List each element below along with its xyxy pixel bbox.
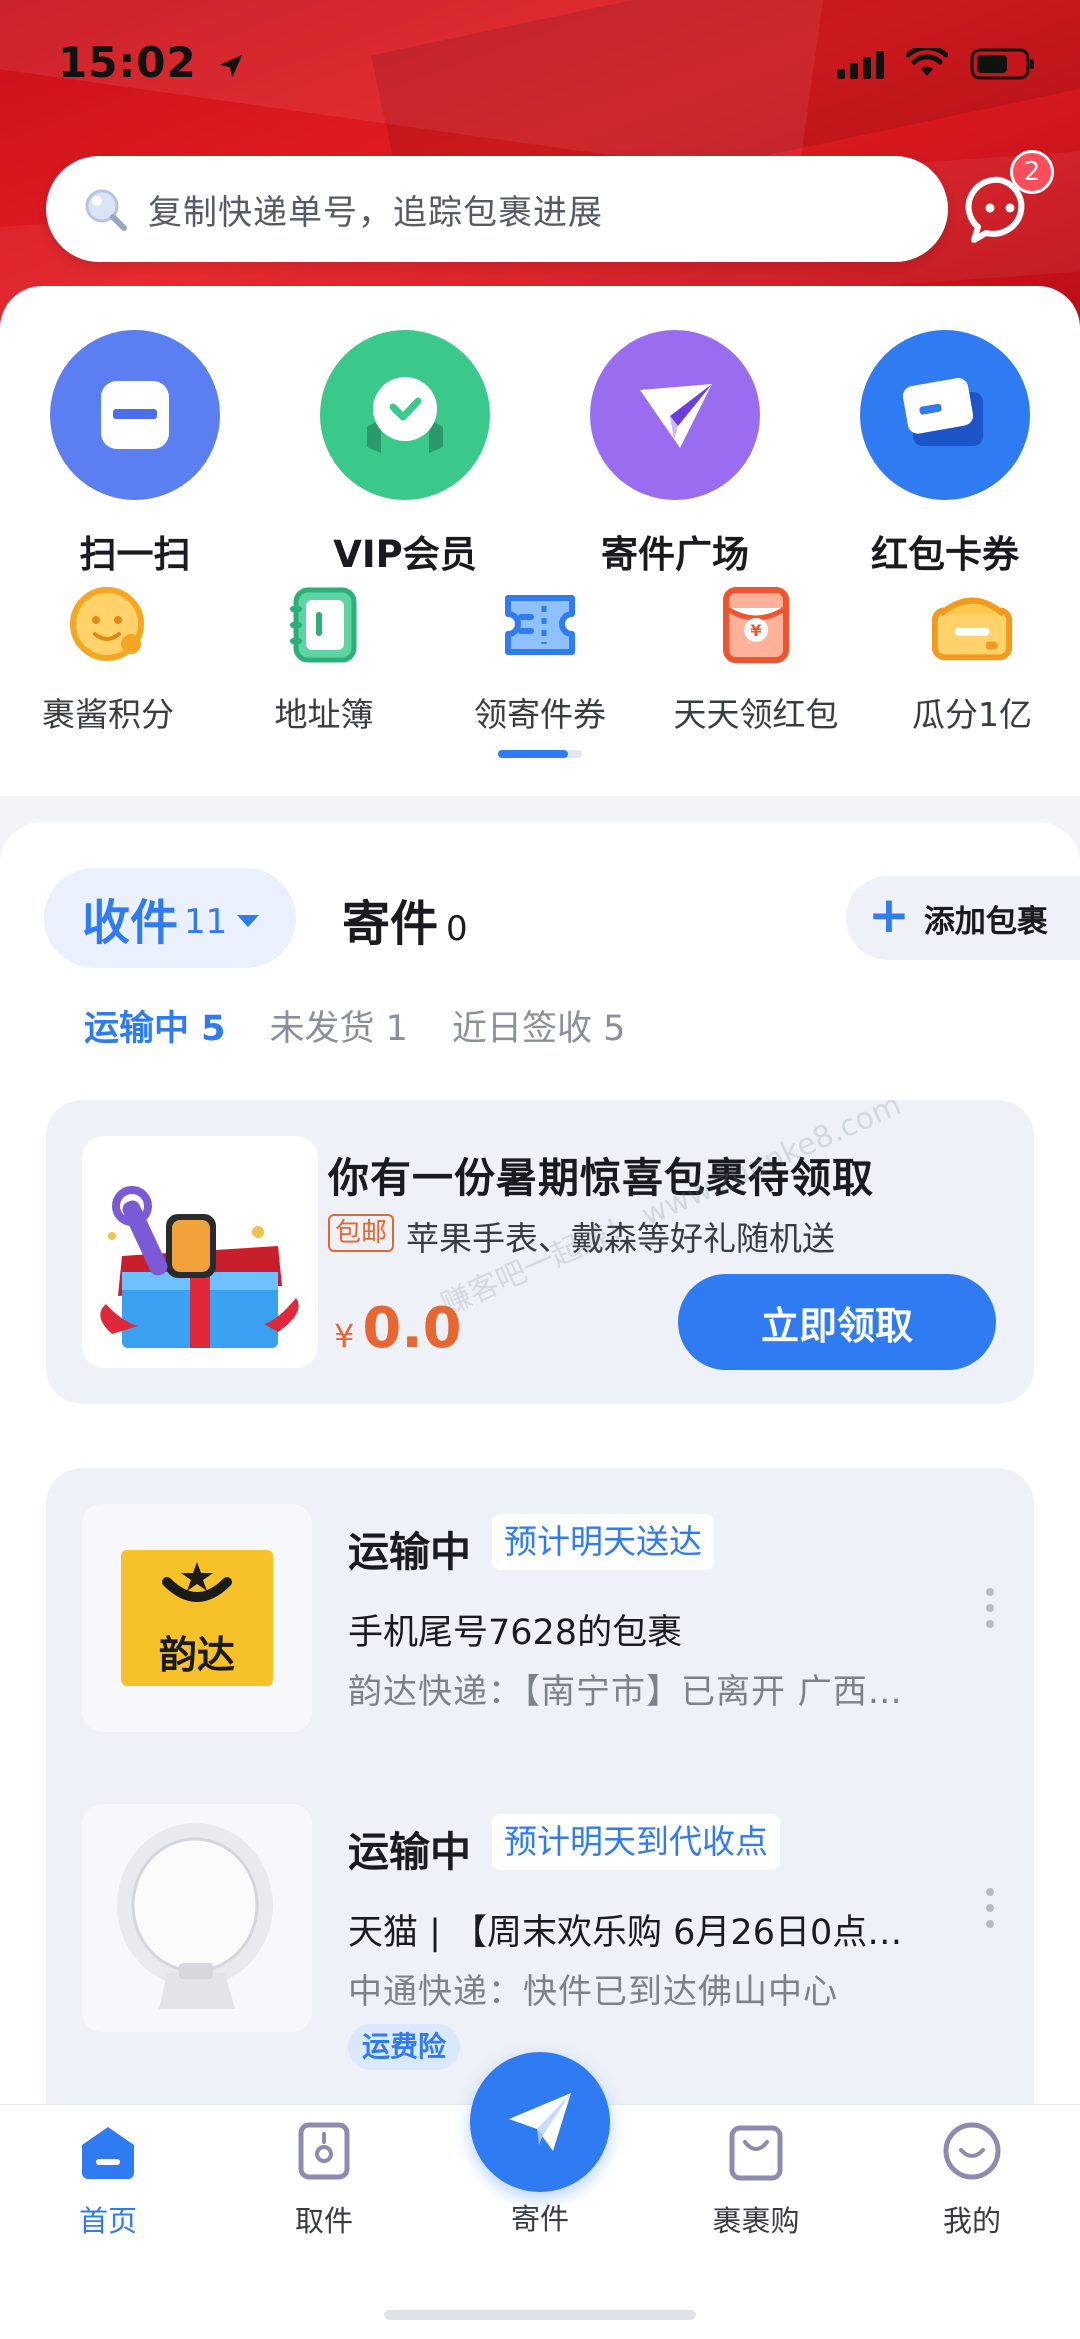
status-time: 15:02 — [58, 38, 246, 87]
location-arrow-icon — [220, 54, 243, 77]
more-options-icon[interactable] — [982, 1888, 998, 1928]
battery-icon — [970, 48, 1034, 80]
address-book-icon — [279, 580, 369, 670]
send-count: 0 — [446, 909, 468, 949]
carrier-logo: 韵达 — [82, 1504, 312, 1732]
gift-box-image — [82, 1136, 318, 1368]
send-square-icon — [590, 330, 760, 500]
search-placeholder: 复制快递单号，追踪包裹进展 — [148, 192, 603, 233]
tab-receive[interactable]: 收件 11 — [44, 868, 296, 968]
shortcut-address-book[interactable]: 地址簿 — [216, 580, 432, 736]
search-input[interactable]: 复制快递单号，追踪包裹进展 — [46, 156, 948, 262]
send-fab-button[interactable] — [470, 2052, 610, 2192]
plus-icon: + — [868, 886, 910, 944]
package-detail: 韵达快递：【南宁市】已离开 广西… — [348, 1672, 903, 1712]
shortcut-split-100m[interactable]: 瓜分1亿 — [864, 580, 1080, 736]
package-state: 运输中 — [348, 1528, 471, 1576]
coupon-wallet-icon — [860, 330, 1030, 500]
tab-not-shipped[interactable]: 未发货 1 — [270, 1000, 408, 1051]
profile-icon — [939, 2118, 1005, 2184]
more-options-icon[interactable] — [982, 1588, 998, 1628]
home-indicator — [384, 2310, 696, 2320]
package-eta: 预计明天送达 — [492, 1514, 714, 1570]
tab-send-label[interactable]: 寄件 — [432, 2196, 648, 2238]
tab-in-transit[interactable]: 运输中 5 — [84, 1000, 226, 1051]
package-item[interactable]: 运输中 预计明天到代收点 天猫 | 【周末欢乐购 6月26日0点… 中通快递：快… — [46, 1804, 1034, 2070]
ticket-icon — [495, 580, 585, 670]
package-eta: 预计明天到代收点 — [492, 1814, 780, 1870]
red-envelope-icon: ¥ — [711, 580, 801, 670]
tab-me[interactable]: 我的 — [864, 2118, 1080, 2240]
tab-send[interactable]: 寄件 0 — [342, 884, 468, 954]
wifi-icon — [906, 48, 948, 76]
shopping-bag-icon — [723, 2118, 789, 2184]
shortcut-vip[interactable]: VIP会员 — [270, 330, 540, 578]
package-detail: 中通快递：快件已到达佛山中心 — [348, 1972, 838, 2012]
receive-count: 11 — [184, 902, 228, 942]
pickup-icon — [291, 2118, 357, 2184]
home-icon — [75, 2118, 141, 2184]
product-thumbnail — [82, 1804, 312, 2032]
shortcut-scan[interactable]: 扫一扫 — [0, 330, 270, 578]
shortcut-points[interactable]: 裹酱积分 — [0, 580, 216, 736]
status-bar: 15:02 — [0, 0, 1080, 130]
paper-plane-icon — [509, 2093, 571, 2151]
claim-now-button[interactable]: 立即领取 — [678, 1274, 996, 1370]
shortcut-page-indicator — [498, 750, 582, 758]
svg-text:¥: ¥ — [750, 621, 761, 640]
shipping-insurance-chip: 运费险 — [348, 2024, 461, 2070]
add-package-button[interactable]: + 添加包裹 — [846, 876, 1080, 960]
search-icon — [85, 189, 127, 231]
shortcut-coupons[interactable]: 红包卡券 — [810, 330, 1080, 578]
tab-shop[interactable]: 裹裹购 — [648, 2118, 864, 2240]
free-shipping-tag: 包邮 — [328, 1214, 395, 1252]
yunda-logo-icon — [162, 1562, 232, 1602]
main-shortcuts: 扫一扫 VIP会员 寄件广场 红包卡券 — [0, 330, 1080, 578]
package-item[interactable]: 韵达 运输中 预计明天送达 手机尾号7628的包裹 韵达快递：【南宁市】已离开 … — [46, 1504, 1034, 1744]
cellular-signal-icon — [837, 49, 884, 79]
package-name: 手机尾号7628的包裹 — [348, 1613, 683, 1653]
treasure-box-icon — [927, 580, 1017, 670]
shortcut-send-square[interactable]: 寄件广场 — [540, 330, 810, 578]
sub-shortcuts: 裹酱积分 地址簿 领寄件券 ¥ 天天领红包 瓜分1亿 — [0, 580, 1080, 736]
ring-light-image — [117, 1823, 273, 2009]
package-state: 运输中 — [348, 1828, 471, 1876]
scan-icon — [50, 330, 220, 500]
status-filter-tabs: 运输中 5 未发货 1 近日签收 5 — [84, 1000, 625, 1051]
points-icon — [63, 580, 153, 670]
tab-pickup[interactable]: 取件 — [216, 2118, 432, 2240]
tab-home[interactable]: 首页 — [0, 2118, 216, 2240]
caret-down-icon — [237, 915, 260, 927]
vip-icon — [320, 330, 490, 500]
package-name: 天猫 | 【周末欢乐购 6月26日0点… — [348, 1913, 903, 1953]
shortcut-daily-red-envelope[interactable]: ¥ 天天领红包 — [648, 580, 864, 736]
message-badge: 2 — [1010, 150, 1054, 194]
shortcut-send-coupon[interactable]: 领寄件券 — [432, 580, 648, 736]
tab-recently-signed[interactable]: 近日签收 5 — [452, 1000, 625, 1051]
